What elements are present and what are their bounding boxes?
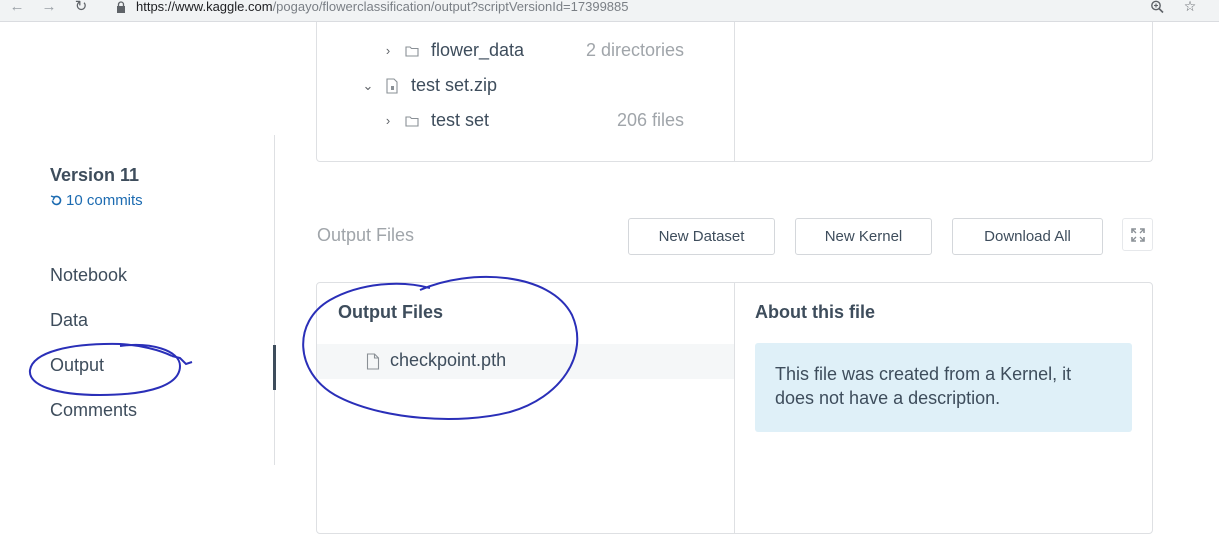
- sidebar-item-notebook[interactable]: Notebook: [50, 265, 127, 286]
- tree-row-name: flower_data: [431, 40, 525, 60]
- tree-row[interactable]: ⌄ test set.zip: [317, 74, 734, 100]
- zip-file-icon: [386, 78, 398, 94]
- forward-arrow-icon[interactable]: →: [40, 0, 58, 16]
- version-title: Version 11: [50, 165, 140, 185]
- file-row[interactable]: checkpoint.pth: [317, 344, 734, 379]
- tree-row-meta: 2 directories: [585, 40, 684, 60]
- reload-icon[interactable]: ↻: [72, 0, 90, 16]
- sidebar-item-data[interactable]: Data: [50, 310, 88, 331]
- tree-row-name: test set.zip: [411, 75, 498, 95]
- expand-button[interactable]: [1122, 218, 1153, 251]
- bookmark-star-icon[interactable]: ☆: [1182, 0, 1198, 14]
- history-icon: [50, 195, 62, 206]
- commits-link[interactable]: 10 commits: [50, 192, 143, 209]
- url-host: https://www.kaggle.com: [136, 0, 273, 14]
- output-section-heading: Output Files: [317, 225, 415, 245]
- zoom-icon[interactable]: [1150, 0, 1166, 14]
- chevron-down-icon[interactable]: ⌄: [362, 78, 374, 94]
- tree-row-meta: 206 files: [616, 110, 684, 130]
- active-tab-indicator: [273, 345, 276, 390]
- output-files-panel: Output Files checkpoint.pth About this f…: [316, 282, 1153, 534]
- back-arrow-icon[interactable]: ←: [8, 0, 26, 16]
- address-bar[interactable]: https://www.kaggle.com/pogayo/flowerclas…: [136, 0, 629, 14]
- tree-row[interactable]: › flower_data 2 directories: [317, 39, 734, 65]
- chevron-right-icon[interactable]: ›: [382, 43, 394, 59]
- browser-toolbar: ← → ↻ https://www.kaggle.com/pogayo/flow…: [0, 0, 1219, 22]
- output-files-title: Output Files: [338, 302, 443, 322]
- lock-icon: [117, 1, 125, 13]
- new-kernel-button[interactable]: New Kernel: [795, 218, 932, 255]
- sidebar-item-output[interactable]: Output: [50, 355, 104, 376]
- new-dataset-button[interactable]: New Dataset: [628, 218, 775, 255]
- file-icon: [366, 353, 380, 370]
- tree-row-name: test set: [431, 110, 490, 130]
- panel-divider: [734, 22, 735, 161]
- expand-icon: [1130, 227, 1145, 242]
- panel-divider: [734, 283, 735, 533]
- chevron-right-icon[interactable]: ›: [382, 113, 394, 129]
- file-name: checkpoint.pth: [390, 350, 507, 370]
- data-tree-panel: › flower_data 2 directories ⌄ test set.z…: [316, 22, 1153, 162]
- download-all-button[interactable]: Download All: [952, 218, 1103, 255]
- about-file-title: About this file: [755, 302, 875, 322]
- sidebar-item-comments[interactable]: Comments: [50, 400, 137, 421]
- url-path: /pogayo/flowerclassification/output?scri…: [272, 0, 629, 14]
- folder-icon: [405, 116, 419, 127]
- commits-label: 10 commits: [66, 192, 143, 209]
- annotation-arrow-tick: [171, 355, 193, 366]
- folder-icon: [405, 46, 419, 57]
- sidebar-divider: [274, 135, 275, 465]
- tree-row[interactable]: › test set 206 files: [317, 109, 734, 135]
- about-file-description: This file was created from a Kernel, it …: [755, 343, 1132, 432]
